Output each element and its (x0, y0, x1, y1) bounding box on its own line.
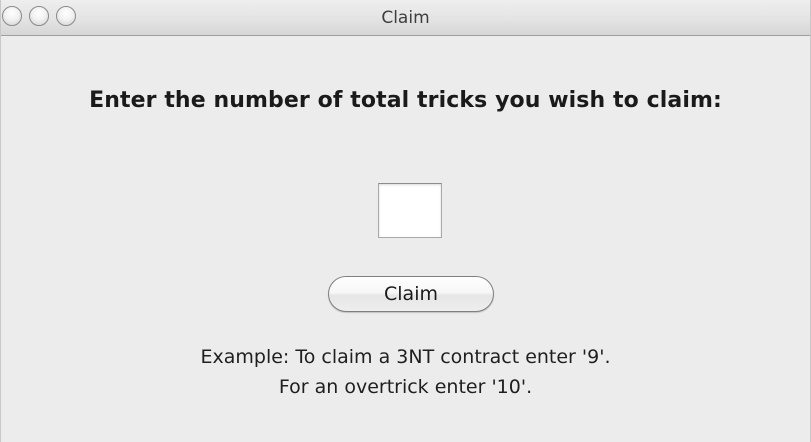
dialog-content: Enter the number of total tricks you wis… (1, 36, 810, 442)
window-title: Claim (381, 8, 430, 28)
tricks-input[interactable] (378, 183, 442, 238)
claim-button[interactable]: Claim (328, 276, 494, 312)
title-bar[interactable]: Claim (1, 0, 810, 36)
claim-window: Claim Enter the number of total tricks y… (0, 0, 811, 442)
example-hint: Example: To claim a 3NT contract enter '… (1, 342, 810, 402)
claim-prompt: Enter the number of total tricks you wis… (89, 88, 722, 113)
example-line-1: Example: To claim a 3NT contract enter '… (200, 346, 611, 368)
example-line-2: For an overtrick enter '10'. (278, 376, 533, 398)
